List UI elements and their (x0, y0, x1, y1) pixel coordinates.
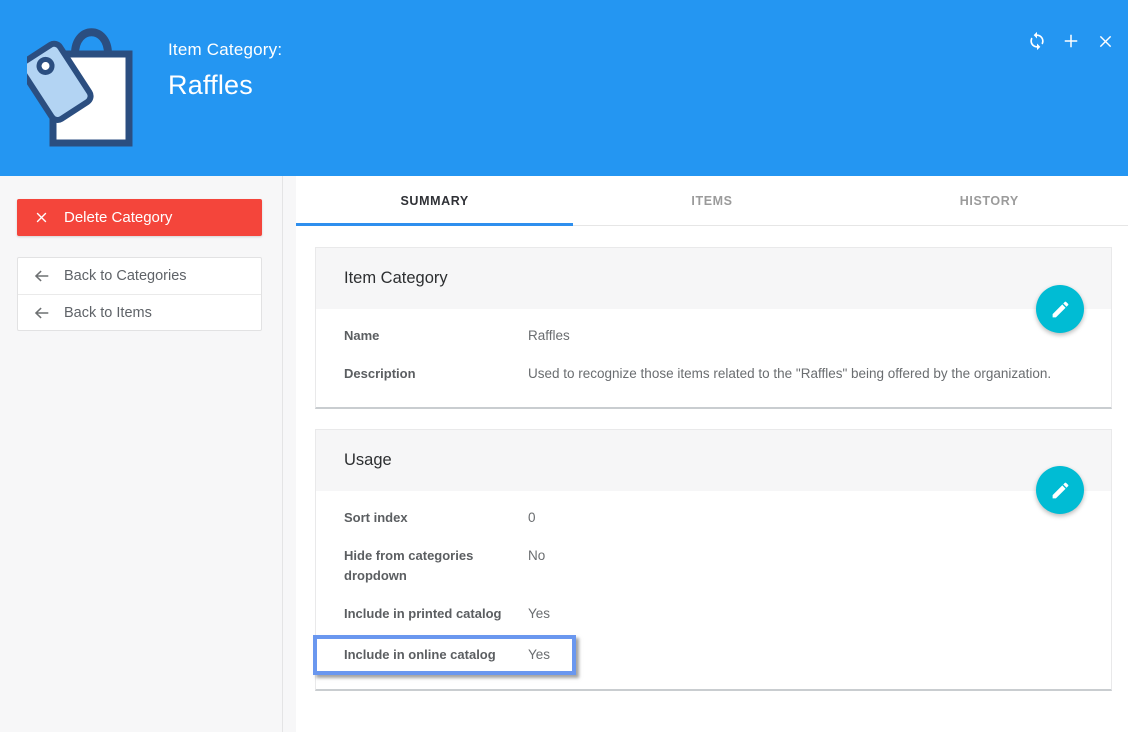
delete-category-button[interactable]: Delete Category (17, 199, 262, 236)
pencil-icon (1050, 480, 1071, 501)
field-row-sort-index: Sort index 0 (344, 499, 1083, 537)
back-arrow-icon (33, 304, 51, 322)
main-panel: SUMMARY ITEMS HISTORY Item Category (296, 176, 1128, 732)
item-category-card-title: Item Category (344, 269, 448, 288)
add-icon[interactable] (1061, 31, 1081, 51)
item-category-card: Item Category Name Raffles Description U… (315, 247, 1112, 409)
field-row-include-printed-catalog: Include in printed catalog Yes (344, 595, 1083, 633)
shopping-bag-tag-icon (27, 18, 149, 150)
field-value: Yes (528, 604, 550, 624)
field-row-include-online-catalog: Include in online catalog Yes (344, 639, 572, 671)
edit-usage-button[interactable] (1036, 466, 1084, 514)
field-label: Sort index (344, 508, 528, 528)
highlight-annotation-box: Include in online catalog Yes (313, 635, 576, 675)
close-icon[interactable] (1095, 31, 1115, 51)
usage-card: Usage Sort index 0 Hide from categories … (315, 429, 1112, 691)
page-subtitle: Item Category: (168, 40, 282, 60)
field-value: No (528, 546, 545, 566)
field-label: Description (344, 364, 528, 384)
pencil-icon (1050, 299, 1071, 320)
back-arrow-icon (33, 267, 51, 285)
tab-items-label: ITEMS (691, 194, 732, 208)
refresh-icon[interactable] (1027, 31, 1047, 51)
edit-item-category-button[interactable] (1036, 285, 1084, 333)
content-area: Delete Category Back to Categories Back … (0, 176, 1128, 732)
field-value: Used to recognize those items related to… (528, 364, 1051, 384)
field-label: Include in printed catalog (344, 604, 528, 624)
summary-content: Item Category Name Raffles Description U… (296, 226, 1128, 711)
field-label: Name (344, 326, 528, 346)
tab-bar: SUMMARY ITEMS HISTORY (296, 176, 1128, 226)
field-value: 0 (528, 508, 536, 528)
field-value: Raffles (528, 326, 570, 346)
field-value: Yes (528, 645, 550, 665)
usage-card-header: Usage (316, 430, 1111, 491)
tab-summary-label: SUMMARY (401, 194, 469, 208)
back-to-categories-link[interactable]: Back to Categories (18, 258, 261, 294)
page-title: Raffles (168, 70, 282, 101)
field-row-hide-from-dropdown: Hide from categories dropdown No (344, 537, 1083, 595)
item-category-card-header: Item Category (316, 248, 1111, 309)
usage-card-body: Sort index 0 Hide from categories dropdo… (316, 491, 1111, 689)
item-category-card-body: Name Raffles Description Used to recogni… (316, 309, 1111, 407)
field-label: Include in online catalog (344, 645, 528, 665)
tab-history-label: HISTORY (960, 194, 1019, 208)
usage-card-title: Usage (344, 451, 392, 470)
back-navigation-card: Back to Categories Back to Items (17, 257, 262, 331)
tab-history[interactable]: HISTORY (851, 176, 1128, 225)
header-text: Item Category: Raffles (168, 40, 282, 101)
tab-items[interactable]: ITEMS (573, 176, 850, 225)
delete-category-label: Delete Category (64, 209, 172, 226)
back-to-categories-label: Back to Categories (64, 268, 187, 284)
field-label: Hide from categories dropdown (344, 546, 528, 586)
field-row-name: Name Raffles (344, 317, 1083, 355)
tab-summary[interactable]: SUMMARY (296, 176, 573, 225)
back-to-items-label: Back to Items (64, 305, 152, 321)
page-header: Item Category: Raffles (0, 0, 1128, 176)
header-actions (1027, 31, 1115, 51)
sidebar: Delete Category Back to Categories Back … (0, 176, 283, 732)
delete-x-icon (34, 210, 49, 225)
back-to-items-link[interactable]: Back to Items (18, 294, 261, 330)
field-row-description: Description Used to recognize those item… (344, 355, 1083, 393)
